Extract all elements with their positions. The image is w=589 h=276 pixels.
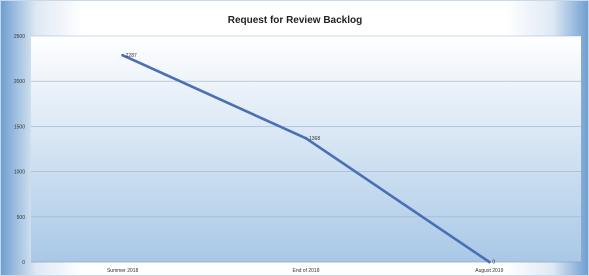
y-tick-label: 2500 (14, 34, 25, 40)
data-label: 1368 (309, 136, 320, 142)
data-point (304, 136, 308, 140)
plot-area (31, 36, 581, 262)
x-tick-label: End of 2018 (293, 268, 320, 274)
chart-frame: Request for Review Backlog 0 500 1000 1500 2… (0, 0, 589, 276)
line-chart: Request for Review Backlog 0 500 1000 1500 2… (14, 15, 581, 274)
data-label: 2287 (126, 53, 137, 59)
x-tick-label: Summer 2018 (107, 268, 139, 274)
y-tick-label: 500 (17, 215, 26, 221)
chart-title: Request for Review Backlog (228, 15, 362, 26)
x-tick-label: August 2019 (475, 268, 503, 274)
data-label: 0 (492, 260, 495, 266)
data-point (121, 53, 125, 57)
y-tick-label: 0 (22, 260, 25, 266)
y-tick-label: 2000 (14, 79, 25, 85)
y-tick-label: 1500 (14, 124, 25, 130)
data-point (487, 260, 491, 264)
y-tick-label: 1000 (14, 170, 25, 176)
